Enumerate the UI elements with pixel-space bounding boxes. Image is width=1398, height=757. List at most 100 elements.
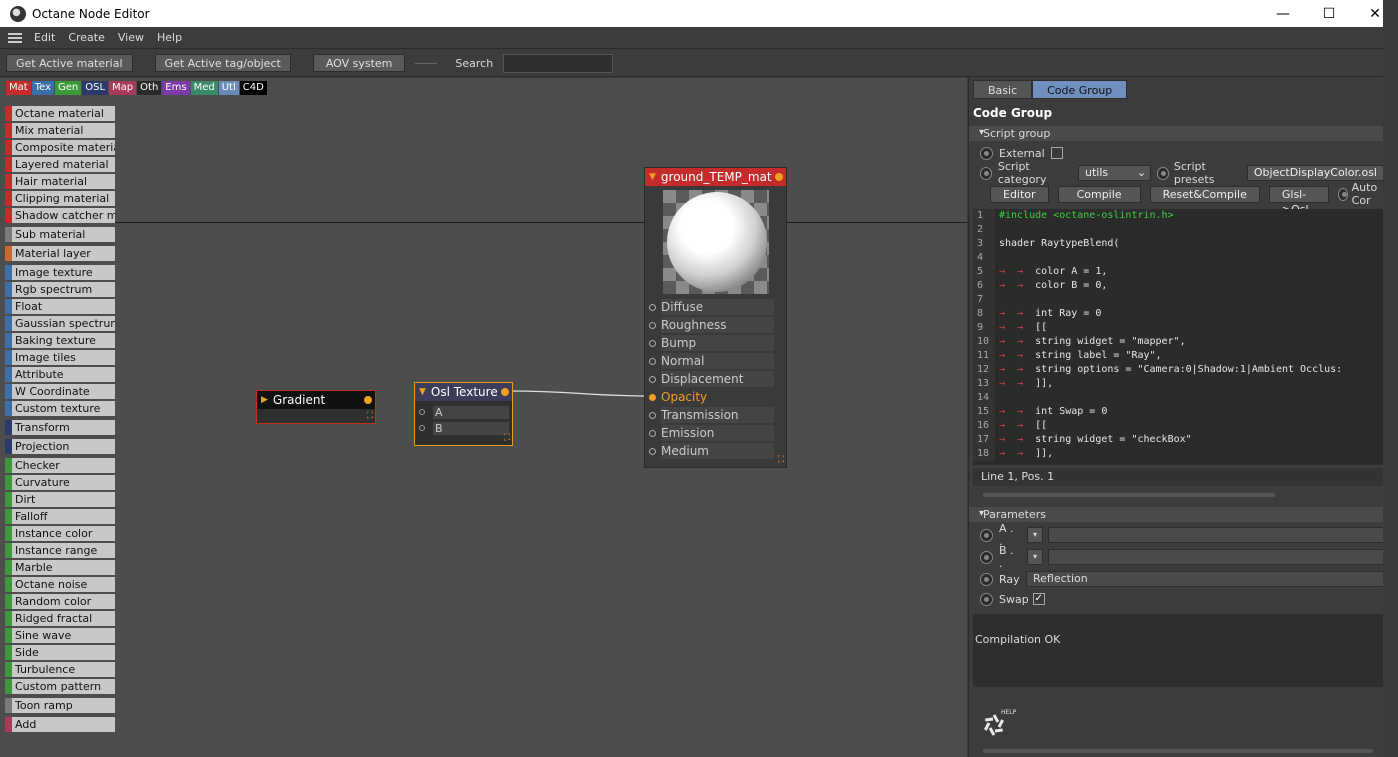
hamburger-menu-icon[interactable] — [8, 31, 22, 45]
node-list-item[interactable]: Layered material — [5, 157, 115, 172]
category-tab-med[interactable]: Med — [190, 81, 218, 95]
tab-basic[interactable]: Basic — [973, 80, 1033, 99]
input-pin-roughness[interactable]: Roughness — [645, 316, 786, 334]
collapse-arrow-icon[interactable]: ▼ — [419, 387, 426, 397]
script-group-section[interactable]: Script group — [969, 125, 1383, 141]
param-a-radio[interactable] — [980, 528, 993, 542]
input-pin-a[interactable]: A — [419, 404, 512, 420]
gradient-node[interactable]: ▶ Gradient ⛶ — [256, 390, 376, 424]
chevron-down-icon[interactable]: ▾ — [1027, 527, 1043, 543]
external-checkbox[interactable] — [1050, 147, 1063, 159]
node-list-item[interactable]: Instance range — [5, 543, 115, 558]
external-radio[interactable] — [980, 146, 993, 160]
resize-handle-icon[interactable]: ⛶ — [367, 412, 373, 421]
node-list-item[interactable]: Projection — [5, 439, 115, 454]
category-tab-utl[interactable]: Utl — [218, 81, 239, 95]
script-category-radio[interactable] — [980, 166, 992, 180]
param-b-radio[interactable] — [980, 550, 993, 564]
category-tab-mat[interactable]: Mat — [6, 81, 31, 95]
node-list-item[interactable]: Random color — [5, 594, 115, 609]
input-pin-transmission[interactable]: Transmission — [645, 406, 786, 424]
code-editor[interactable]: 1 #include <octane-oslintrin.h> 2 3 shader R… — [973, 209, 1383, 465]
script-presets-radio[interactable] — [1157, 166, 1169, 180]
node-list-item[interactable]: Rgb spectrum — [5, 282, 115, 297]
node-list-item[interactable]: Sine wave — [5, 628, 115, 643]
node-list-item[interactable]: Image tiles — [5, 350, 115, 365]
glsl-osl-button[interactable]: Glsl->Osl — [1268, 185, 1330, 216]
collapse-arrow-icon[interactable]: ▼ — [649, 172, 656, 182]
minimize-button[interactable]: — — [1260, 0, 1306, 27]
node-list-item[interactable]: Instance color — [5, 526, 115, 541]
input-pin-normal[interactable]: Normal — [645, 352, 786, 370]
node-list-item[interactable]: Dirt — [5, 492, 115, 507]
node-list-item[interactable]: Custom pattern — [5, 679, 115, 694]
param-swap-radio[interactable] — [980, 592, 993, 606]
param-ray-radio[interactable] — [980, 572, 993, 586]
menu-help[interactable]: Help — [157, 31, 182, 44]
node-list-item[interactable]: Material layer — [5, 246, 115, 261]
node-list-item[interactable]: Gaussian spectrum — [5, 316, 115, 331]
resize-handle-icon[interactable]: ⛶ — [778, 456, 784, 465]
chevron-down-icon[interactable]: ▾ — [1027, 549, 1043, 565]
aov-system-button[interactable]: AOV system — [312, 54, 406, 72]
node-list-item[interactable]: Float — [5, 299, 115, 314]
node-canvas[interactable]: Mat Tex Gen OSL Map Oth Ems Med Utl C4D Octane ma… — [0, 78, 967, 757]
param-ray-field[interactable]: Reflection — [1026, 571, 1383, 587]
menu-create[interactable]: Create — [68, 31, 105, 44]
tab-code-group[interactable]: Code Group — [1032, 80, 1128, 99]
input-pin-diffuse[interactable]: Diffuse — [645, 298, 786, 316]
auto-compile-radio[interactable] — [1338, 187, 1348, 201]
node-list-item[interactable]: Curvature — [5, 475, 115, 490]
node-list-item[interactable]: Image texture — [5, 265, 115, 280]
get-active-material-button[interactable]: Get Active material — [6, 54, 133, 72]
search-input[interactable] — [503, 53, 614, 73]
category-tab-ems[interactable]: Ems — [162, 81, 190, 95]
node-list-item[interactable]: Octane material — [5, 106, 115, 121]
script-presets-select[interactable]: ObjectDisplayColor.osl — [1246, 165, 1383, 181]
node-list-item[interactable]: Attribute — [5, 367, 115, 382]
node-list-item[interactable]: Ridged fractal — [5, 611, 115, 626]
node-list-item[interactable]: Checker — [5, 458, 115, 473]
get-active-tag-button[interactable]: Get Active tag/object — [154, 54, 291, 72]
node-list-item[interactable]: W Coordinate — [5, 384, 115, 399]
input-pin-opacity[interactable]: Opacity — [645, 388, 786, 406]
code-horizontal-scrollbar[interactable] — [983, 493, 1275, 497]
node-list-item[interactable]: Custom texture — [5, 401, 115, 416]
input-pin-emission[interactable]: Emission — [645, 424, 786, 442]
input-pin-bump[interactable]: Bump — [645, 334, 786, 352]
editor-button[interactable]: Editor — [990, 185, 1049, 203]
category-tab-oth[interactable]: Oth — [137, 81, 162, 95]
node-list-item[interactable]: Marble — [5, 560, 115, 575]
node-list-item[interactable]: Toon ramp — [5, 698, 115, 713]
node-list-item[interactable]: Turbulence — [5, 662, 115, 677]
category-tab-map[interactable]: Map — [109, 81, 137, 95]
swap-checkbox[interactable]: ✓ — [1032, 593, 1045, 605]
node-list-item[interactable]: Baking texture — [5, 333, 115, 348]
category-tab-tex[interactable]: Tex — [31, 81, 54, 95]
node-list-item[interactable]: Add — [5, 717, 115, 732]
resize-handle-icon[interactable]: ⛶ — [504, 434, 510, 443]
maximize-button[interactable]: ☐ — [1306, 0, 1352, 27]
material-node[interactable]: ▼ ground_TEMP_mat Diffuse Roughness Bump No… — [644, 167, 787, 468]
osl-texture-node[interactable]: ▼ Osl Texture A B ⛶ — [414, 382, 513, 446]
collapse-arrow-icon[interactable]: ▶ — [261, 395, 268, 405]
input-pin-displacement[interactable]: Displacement — [645, 370, 786, 388]
reset-compile-button[interactable]: Reset&Compile — [1149, 185, 1260, 203]
menu-view[interactable]: View — [118, 31, 144, 44]
category-tab-osl[interactable]: OSL — [82, 81, 109, 95]
script-category-select[interactable]: utils ⌄ — [1078, 165, 1152, 181]
input-pin-medium[interactable]: Medium — [645, 442, 786, 460]
output-pin[interactable] — [364, 396, 372, 404]
input-pin-b[interactable]: B — [419, 420, 512, 436]
node-list-item[interactable]: Sub material — [5, 227, 115, 242]
octane-help-button[interactable]: HELP — [979, 705, 1019, 741]
menu-edit[interactable]: Edit — [34, 31, 55, 44]
output-pin[interactable] — [501, 388, 509, 396]
node-list-item[interactable]: Clipping material — [5, 191, 115, 206]
node-list-item[interactable]: Side — [5, 645, 115, 660]
node-list-item[interactable]: Falloff — [5, 509, 115, 524]
node-list-item[interactable]: Octane noise — [5, 577, 115, 592]
node-list-item[interactable]: Transform — [5, 420, 115, 435]
node-list-item[interactable]: Shadow catcher ma — [5, 208, 115, 223]
param-a-field[interactable] — [1048, 527, 1383, 543]
